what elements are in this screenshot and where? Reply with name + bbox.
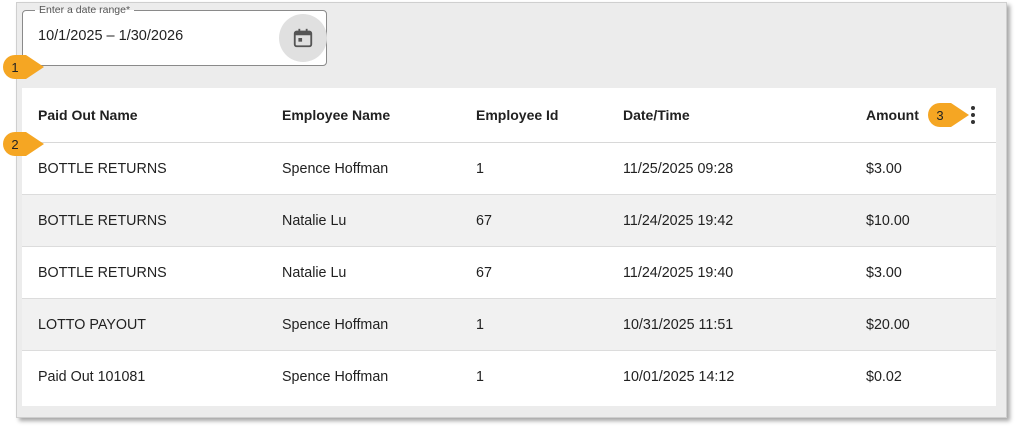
cell-employee-name: Natalie Lu — [282, 264, 347, 281]
cell-employee-name: Spence Hoffman — [282, 160, 389, 177]
table-row[interactable]: Paid Out 101081 Spence Hoffman 1 10/01/2… — [22, 351, 996, 403]
paid-outs-table: Paid Out Name Employee Name Employee Id … — [22, 88, 996, 406]
cell-paid-out-name: BOTTLE RETURNS — [38, 264, 167, 281]
cell-employee-id: 1 — [476, 316, 484, 333]
cell-date-time: 10/31/2025 11:51 — [623, 316, 734, 333]
cell-employee-id: 1 — [476, 369, 484, 385]
callout-marker-2: 2 — [2, 131, 44, 157]
calendar-button[interactable] — [279, 14, 327, 62]
header-amount[interactable]: Amount — [866, 88, 919, 142]
cell-amount: $3.00 — [866, 160, 902, 177]
cell-employee-name: Spence Hoffman — [282, 316, 389, 333]
cell-amount: $20.00 — [866, 316, 910, 333]
cell-amount: $10.00 — [866, 212, 910, 229]
cell-employee-id: 67 — [476, 212, 492, 229]
header-paid-out-name[interactable]: Paid Out Name — [38, 88, 138, 142]
cell-amount: $0.02 — [866, 369, 902, 385]
table-row[interactable]: BOTTLE RETURNS Natalie Lu 67 11/24/2025 … — [22, 195, 996, 247]
cell-paid-out-name: LOTTO PAYOUT — [38, 316, 147, 333]
date-range-label: Enter a date range* — [35, 3, 135, 17]
cell-employee-name: Natalie Lu — [282, 212, 347, 229]
calendar-icon — [293, 28, 313, 48]
cell-date-time: 10/01/2025 14:12 — [623, 369, 735, 385]
cell-date-time: 11/25/2025 09:28 — [623, 160, 734, 177]
table-row[interactable]: BOTTLE RETURNS Spence Hoffman 1 11/25/20… — [22, 143, 996, 195]
callout-marker-3: 3 — [927, 102, 969, 128]
cell-employee-id: 1 — [476, 160, 484, 177]
table-row[interactable]: LOTTO PAYOUT Spence Hoffman 1 10/31/2025… — [22, 299, 996, 351]
cell-employee-id: 67 — [476, 264, 492, 281]
header-employee-name[interactable]: Employee Name — [282, 88, 390, 142]
header-date-time[interactable]: Date/Time — [623, 88, 690, 142]
date-range-value[interactable]: 10/1/2025 – 1/30/2026 — [38, 28, 183, 44]
date-range-field[interactable]: Enter a date range* 10/1/2025 – 1/30/202… — [22, 3, 327, 66]
cell-amount: $3.00 — [866, 264, 902, 281]
cell-paid-out-name: Paid Out 101081 — [38, 369, 146, 385]
cell-paid-out-name: BOTTLE RETURNS — [38, 212, 167, 229]
cell-paid-out-name: BOTTLE RETURNS — [38, 160, 167, 177]
table-header-row: Paid Out Name Employee Name Employee Id … — [22, 88, 996, 143]
callout-marker-1: 1 — [2, 54, 44, 80]
cell-employee-name: Spence Hoffman — [282, 369, 389, 385]
cell-date-time: 11/24/2025 19:42 — [623, 212, 734, 229]
table-row[interactable]: BOTTLE RETURNS Natalie Lu 67 11/24/2025 … — [22, 247, 996, 299]
cell-date-time: 11/24/2025 19:40 — [623, 264, 734, 281]
header-employee-id[interactable]: Employee Id — [476, 88, 558, 142]
